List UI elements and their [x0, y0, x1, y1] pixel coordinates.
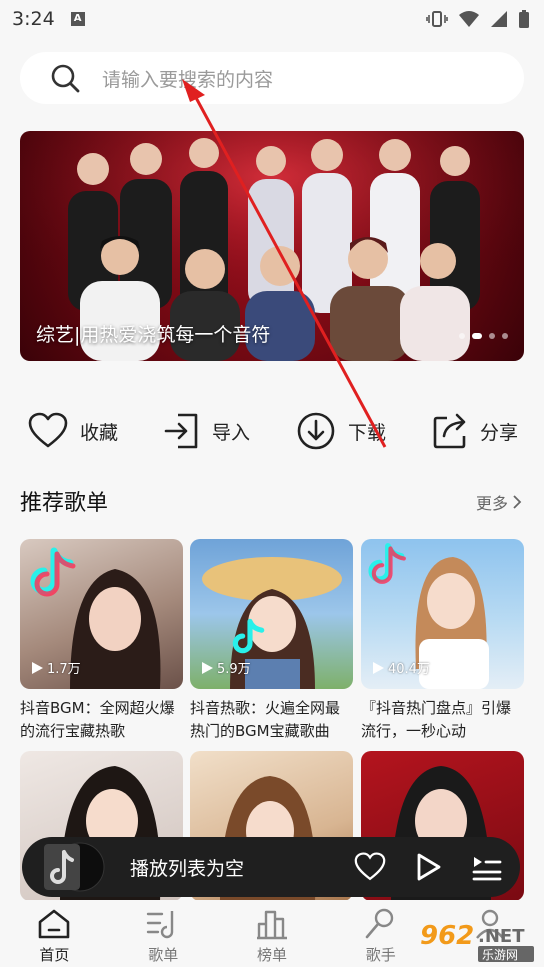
watermark-site: 乐游网	[482, 948, 518, 962]
nav-item-home[interactable]: 首页	[0, 900, 109, 967]
nav-item-playlist[interactable]: 歌单	[109, 900, 218, 967]
favorite-label: 收藏	[80, 421, 119, 444]
play-icon	[373, 661, 384, 674]
singer-icon	[365, 908, 393, 939]
status-time: 3:24	[12, 8, 55, 30]
carousel-dot	[459, 333, 465, 339]
tiktok-logo-icon	[232, 618, 265, 654]
nav-label-charts: 榜单	[256, 946, 287, 964]
play-count-value: 1.7万	[47, 662, 81, 677]
playlist-cover: 40.4万	[361, 539, 524, 689]
nav-label-playlist: 歌单	[148, 946, 179, 964]
battery-icon	[519, 10, 529, 28]
more-link[interactable]: 更多	[476, 490, 522, 514]
section-title: 推荐歌单	[20, 491, 109, 516]
chevron-right-icon	[513, 495, 522, 509]
status-icons	[426, 9, 530, 29]
search-input[interactable]: 请输入要搜索的内容	[102, 65, 273, 92]
import-button[interactable]: 导入	[164, 408, 250, 454]
play-count: 40.4万	[371, 658, 430, 677]
import-icon	[164, 413, 198, 449]
home-icon	[39, 909, 70, 939]
player-cover	[38, 842, 108, 892]
nav-label-home: 首页	[39, 946, 70, 964]
status-bar: 3:24 A	[0, 0, 544, 38]
play-icon[interactable]	[416, 852, 442, 882]
play-icon	[32, 661, 43, 674]
wifi-icon	[459, 11, 479, 27]
playlist-card[interactable]: 40.4万 『抖音热门盘点』引爆流行，一秒心动	[361, 539, 524, 743]
notification-a-icon: A	[70, 12, 85, 26]
carousel-dot	[489, 333, 495, 339]
playlist-card[interactable]: 1.7万 抖音BGM：全网超火爆的流行宝藏热歌	[20, 539, 183, 743]
playlist-queue-icon[interactable]	[472, 853, 502, 881]
play-count-value: 40.4万	[388, 662, 430, 677]
carousel-dot-active	[472, 333, 482, 339]
watermark-suffix: .NET	[478, 926, 525, 947]
playlist-cover: 1.7万	[20, 539, 183, 689]
share-label: 分享	[479, 421, 518, 444]
player-controls	[354, 852, 502, 882]
site-watermark-logo: 962 .NET 乐游网	[420, 921, 534, 962]
play-count: 1.7万	[30, 658, 81, 677]
heart-icon	[28, 412, 68, 448]
nav-item-charts[interactable]: 榜单	[218, 900, 327, 967]
like-heart-icon[interactable]	[354, 852, 386, 882]
playlist-title: 抖音热歌：火遍全网最热门的BGM宝藏歌曲	[190, 699, 341, 740]
carousel-dot	[502, 333, 508, 339]
player-status: 播放列表为空	[130, 857, 245, 880]
watermark-brand: 962	[420, 921, 474, 951]
nav-label-singers: 歌手	[365, 946, 396, 964]
vinyl-disc-icon	[44, 842, 105, 892]
playlist-cover: 5.9万	[190, 539, 353, 689]
play-icon	[202, 661, 213, 674]
vibrate-icon	[426, 11, 448, 27]
quick-actions: 收藏 导入 下载 分享	[28, 408, 518, 454]
mini-player[interactable]: 播放列表为空	[22, 837, 520, 897]
share-button[interactable]: 分享	[432, 408, 518, 454]
play-count: 5.9万	[200, 658, 251, 677]
download-icon	[297, 412, 335, 450]
playlist-title: 『抖音热门盘点』引爆流行，一秒心动	[361, 699, 512, 740]
search-bar[interactable]: 请输入要搜索的内容	[20, 52, 524, 104]
download-button[interactable]: 下载	[296, 408, 386, 454]
more-label: 更多	[475, 494, 508, 513]
play-count-value: 5.9万	[217, 662, 251, 677]
favorite-button[interactable]: 收藏	[28, 408, 118, 454]
carousel-indicator	[459, 333, 508, 339]
signal-icon	[491, 11, 507, 27]
banner-caption: 综艺|用热爱浇筑每一个音符	[36, 324, 271, 346]
playlist-icon	[146, 911, 174, 939]
search-icon	[51, 64, 80, 93]
import-label: 导入	[211, 421, 250, 444]
share-icon	[433, 413, 466, 449]
chart-icon	[256, 910, 287, 940]
banner-carousel[interactable]: 综艺|用热爱浇筑每一个音符	[20, 131, 524, 361]
download-label: 下载	[347, 421, 386, 444]
playlist-title: 抖音BGM：全网超火爆的流行宝藏热歌	[20, 699, 175, 740]
playlist-card[interactable]: 5.9万 抖音热歌：火遍全网最热门的BGM宝藏歌曲	[190, 539, 353, 743]
